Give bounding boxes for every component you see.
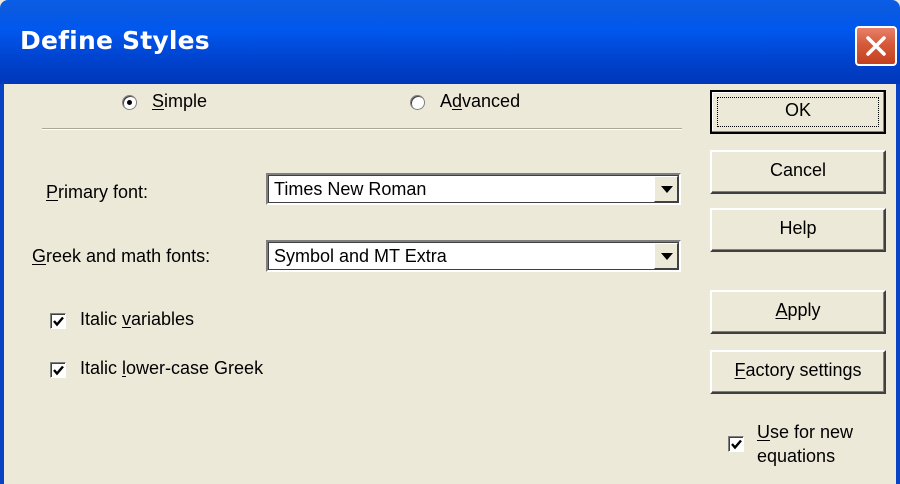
radio-simple-label[interactable]: Simple — [152, 91, 207, 112]
primary-font-value: Times New Roman — [274, 179, 427, 199]
radio-advanced-circle[interactable] — [410, 95, 425, 110]
separator — [42, 128, 682, 130]
factory-settings-button[interactable]: Factory settings — [710, 350, 886, 394]
primary-font-select[interactable]: Times New Roman — [266, 173, 681, 205]
help-button-label: Help — [779, 218, 817, 238]
chevron-down-icon — [661, 186, 673, 193]
ok-button-label: OK — [784, 100, 811, 120]
close-icon — [866, 36, 886, 56]
cancel-button-label: Cancel — [769, 160, 827, 180]
italic-greek-checkbox[interactable] — [50, 362, 66, 378]
primary-font-label: Primary font: — [46, 182, 149, 202]
window-title: Define Styles — [20, 26, 210, 55]
close-button[interactable] — [855, 26, 897, 66]
window-frame-left — [0, 84, 4, 484]
italic-variables-checkbox[interactable] — [50, 313, 66, 329]
checkmark-icon — [53, 365, 64, 376]
window-frame-right — [896, 84, 900, 484]
radio-simple-circle[interactable] — [122, 95, 137, 110]
radio-advanced-label[interactable]: Advanced — [440, 91, 520, 112]
apply-button[interactable]: Apply — [710, 290, 886, 334]
chevron-down-icon — [661, 253, 673, 260]
use-for-new-label-line2[interactable]: equations — [757, 446, 835, 467]
cancel-button[interactable]: Cancel — [710, 150, 886, 194]
radio-selected-dot — [127, 100, 132, 105]
primary-font-dropdown-button[interactable] — [654, 176, 678, 202]
italic-variables-label[interactable]: Italic variables — [80, 309, 194, 330]
use-for-new-label-line1[interactable]: Use for new — [757, 422, 853, 443]
greek-font-label: Greek and math fonts: — [32, 246, 211, 266]
greek-font-value: Symbol and MT Extra — [274, 246, 447, 266]
greek-font-dropdown-button[interactable] — [654, 243, 678, 269]
title-bar[interactable]: Define Styles — [0, 0, 900, 84]
help-button[interactable]: Help — [710, 208, 886, 252]
factory-settings-button-label: Factory settings — [734, 360, 862, 380]
ok-button[interactable]: OK — [710, 90, 886, 134]
checkmark-icon — [53, 316, 64, 327]
checkmark-icon — [731, 439, 742, 450]
italic-greek-label[interactable]: Italic lower-case Greek — [80, 358, 263, 379]
apply-button-label: Apply — [775, 300, 821, 320]
use-for-new-checkbox[interactable] — [728, 436, 744, 452]
greek-font-select[interactable]: Symbol and MT Extra — [266, 240, 681, 272]
